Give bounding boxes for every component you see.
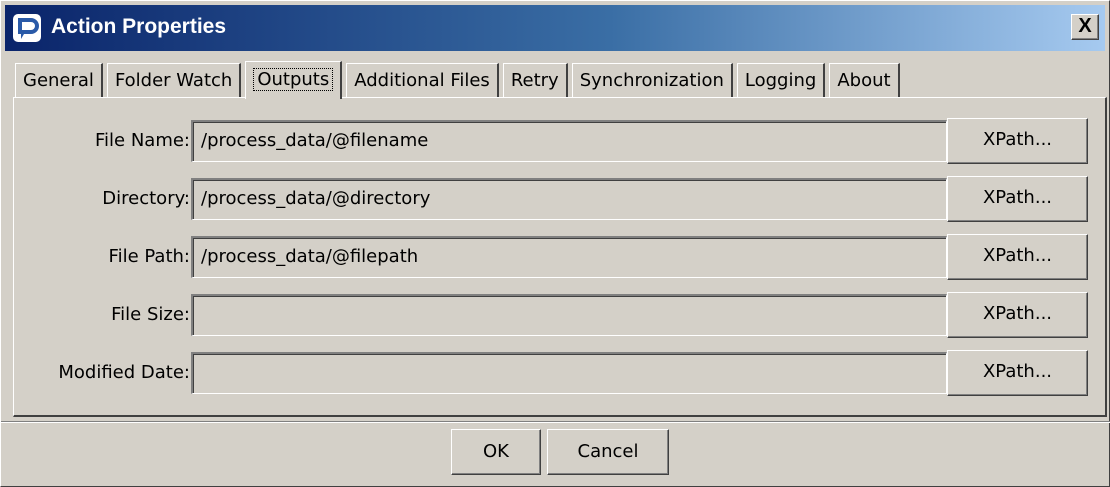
directory-field[interactable]: /process_data/@directory — [191, 178, 947, 220]
directory-xpath-button[interactable]: XPath... — [947, 176, 1088, 222]
file-name-label: File Name: — [94, 130, 190, 151]
cancel-button[interactable]: Cancel — [547, 429, 669, 475]
file-name-xpath-button[interactable]: XPath... — [947, 118, 1088, 164]
tab-outputs[interactable]: Outputs — [245, 61, 343, 99]
tab-general[interactable]: General — [15, 63, 103, 97]
file-path-field[interactable]: /process_data/@filepath — [191, 236, 947, 278]
directory-label: Directory: — [102, 188, 190, 209]
modified-date-row: Modified Date: XPath... — [14, 350, 1104, 396]
tab-synchronization[interactable]: Synchronization — [571, 63, 733, 97]
modified-date-field[interactable] — [191, 352, 947, 394]
file-size-row: File Size: XPath... — [14, 292, 1104, 338]
file-path-xpath-button[interactable]: XPath... — [947, 234, 1088, 280]
title-bar[interactable]: Action Properties X — [5, 5, 1105, 51]
tab-folder-watch[interactable]: Folder Watch — [106, 63, 242, 97]
window-title: Action Properties — [51, 15, 227, 38]
tab-label: General — [23, 70, 94, 91]
file-path-label: File Path: — [108, 246, 190, 267]
tab-label: Synchronization — [579, 70, 724, 91]
tab-strip: General Folder Watch Outputs Additional … — [15, 59, 904, 99]
footer-separator — [1, 421, 1110, 423]
tab-retry[interactable]: Retry — [502, 63, 568, 97]
ok-button[interactable]: OK — [451, 429, 541, 475]
tab-additional-files[interactable]: Additional Files — [346, 63, 499, 97]
close-button[interactable]: X — [1071, 14, 1099, 40]
file-path-row: File Path: /process_data/@filepath XPath… — [14, 234, 1104, 280]
file-name-field[interactable]: /process_data/@filename — [191, 120, 947, 162]
file-size-field[interactable] — [191, 294, 947, 336]
tab-label: Outputs — [253, 68, 334, 91]
outputs-panel: File Name: /process_data/@filename XPath… — [13, 97, 1107, 417]
action-properties-dialog: Action Properties X General Folder Watch… — [0, 0, 1110, 487]
tab-label: About — [837, 70, 891, 91]
directory-row: Directory: /process_data/@directory XPat… — [14, 176, 1104, 222]
tab-about[interactable]: About — [829, 63, 900, 97]
file-size-label: File Size: — [111, 304, 190, 325]
modified-date-label: Modified Date: — [58, 362, 190, 383]
tab-logging[interactable]: Logging — [736, 63, 826, 97]
tab-label: Folder Watch — [114, 70, 233, 91]
tab-label: Logging — [744, 70, 817, 91]
modified-date-xpath-button[interactable]: XPath... — [947, 350, 1088, 396]
app-logo-icon — [13, 14, 41, 42]
tab-label: Retry — [510, 70, 559, 91]
file-size-xpath-button[interactable]: XPath... — [947, 292, 1088, 338]
file-name-row: File Name: /process_data/@filename XPath… — [14, 118, 1104, 164]
tab-label: Additional Files — [354, 70, 490, 91]
